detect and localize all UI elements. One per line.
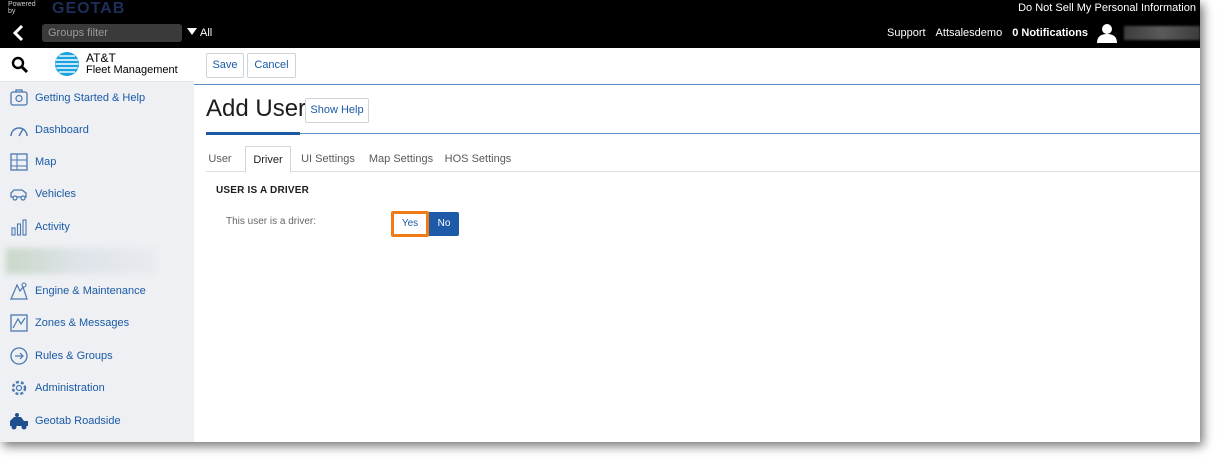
driver-field-label: This user is a driver: bbox=[226, 216, 317, 227]
sidebar: AT&T Fleet Management Getting Started & … bbox=[0, 48, 194, 442]
tab-hos-settings[interactable]: HOS Settings bbox=[444, 146, 512, 172]
sidebar-item-redacted bbox=[6, 248, 156, 274]
search-icon[interactable] bbox=[11, 56, 29, 74]
page-title: Add User bbox=[206, 95, 307, 122]
sidebar-item-geotab-roadside[interactable]: Geotab Roadside bbox=[0, 408, 194, 434]
sidebar-item-zones-messages[interactable]: Zones & Messages bbox=[0, 310, 194, 336]
top-right-nav: Support Attsalesdemo 0 Notifications bbox=[887, 23, 1200, 43]
geotab-logo: GEOTAB bbox=[52, 0, 126, 17]
engine-icon bbox=[10, 282, 28, 300]
caret-down-icon bbox=[187, 28, 197, 35]
rules-icon bbox=[10, 347, 28, 365]
driver-toggle: Yes No bbox=[391, 211, 459, 237]
map-icon bbox=[10, 153, 28, 171]
att-logo-line2: Fleet Management bbox=[86, 64, 178, 76]
tab-ui-settings[interactable]: UI Settings bbox=[298, 146, 358, 172]
account-link[interactable]: Attsalesdemo bbox=[936, 27, 1003, 39]
sidebar-item-label: Activity bbox=[35, 221, 70, 233]
back-arrow-icon[interactable] bbox=[10, 24, 28, 42]
main-content: Save Cancel Add User Show Help User Driv… bbox=[194, 48, 1200, 442]
sidebar-item-dashboard[interactable]: Dashboard bbox=[0, 117, 194, 143]
support-link[interactable]: Support bbox=[887, 27, 926, 39]
sidebar-item-vehicles[interactable]: Vehicles bbox=[0, 181, 194, 207]
no-option-button[interactable]: No bbox=[429, 212, 459, 236]
groups-scope-label: All bbox=[200, 27, 213, 39]
yes-option-button[interactable]: Yes bbox=[391, 211, 429, 237]
show-help-button[interactable]: Show Help bbox=[305, 98, 369, 123]
sidebar-item-label: Zones & Messages bbox=[35, 317, 130, 329]
sidebar-item-label: Administration bbox=[35, 382, 105, 394]
help-icon bbox=[10, 89, 28, 106]
sidebar-item-label: Rules & Groups bbox=[35, 350, 113, 362]
tab-map-settings[interactable]: Map Settings bbox=[366, 146, 436, 172]
cancel-button[interactable]: Cancel bbox=[247, 53, 296, 78]
vehicle-icon bbox=[10, 189, 27, 201]
app-window: Powered by GEOTAB Do Not Sell My Persona… bbox=[0, 0, 1200, 442]
dashboard-icon bbox=[10, 127, 28, 137]
tab-bar: User Driver UI Settings Map Settings HOS… bbox=[206, 146, 1200, 173]
att-logo-line1: AT&T bbox=[86, 51, 116, 65]
sidebar-item-getting-started[interactable]: Getting Started & Help bbox=[0, 85, 194, 111]
sidebar-item-label: Dashboard bbox=[35, 124, 89, 136]
zones-icon bbox=[10, 314, 28, 332]
tab-user[interactable]: User bbox=[206, 146, 234, 172]
section-heading: USER IS A DRIVER bbox=[216, 185, 310, 196]
att-globe-logo bbox=[55, 52, 79, 76]
sidebar-item-rules-groups[interactable]: Rules & Groups bbox=[0, 343, 194, 369]
sidebar-item-map[interactable]: Map bbox=[0, 149, 194, 175]
sidebar-header: AT&T Fleet Management bbox=[0, 48, 194, 82]
gear-icon bbox=[11, 380, 27, 396]
sidebar-item-engine-maintenance[interactable]: Engine & Maintenance bbox=[0, 278, 194, 304]
title-underline bbox=[206, 132, 300, 135]
user-icon[interactable] bbox=[1096, 23, 1118, 43]
sidebar-item-administration[interactable]: Administration bbox=[0, 375, 194, 401]
sidebar-item-label: Geotab Roadside bbox=[35, 415, 121, 427]
notifications-link[interactable]: 0 Notifications bbox=[1012, 27, 1088, 39]
sidebar-item-label: Engine & Maintenance bbox=[35, 285, 146, 297]
sidebar-item-activity[interactable]: Activity bbox=[0, 214, 194, 240]
groups-filter-input[interactable]: Groups filter bbox=[42, 24, 182, 42]
save-button[interactable]: Save bbox=[206, 53, 244, 78]
toolbar: Save Cancel bbox=[194, 48, 1200, 85]
user-name-redacted bbox=[1124, 26, 1200, 40]
att-brand-text: AT&T Fleet Management bbox=[86, 51, 178, 76]
sidebar-item-label: Getting Started & Help bbox=[35, 92, 146, 104]
sidebar-item-label: Map bbox=[35, 156, 57, 168]
groups-scope-dropdown[interactable]: All bbox=[187, 27, 212, 40]
roadside-icon bbox=[10, 413, 28, 430]
powered-by-label: Powered by bbox=[8, 1, 36, 15]
sidebar-item-label: Vehicles bbox=[35, 188, 76, 200]
top-bar: Powered by GEOTAB Do Not Sell My Persona… bbox=[0, 0, 1200, 48]
activity-icon bbox=[11, 219, 27, 236]
tab-driver[interactable]: Driver bbox=[245, 146, 291, 173]
do-not-sell-link[interactable]: Do Not Sell My Personal Information bbox=[1018, 2, 1196, 14]
title-divider bbox=[206, 133, 1200, 134]
